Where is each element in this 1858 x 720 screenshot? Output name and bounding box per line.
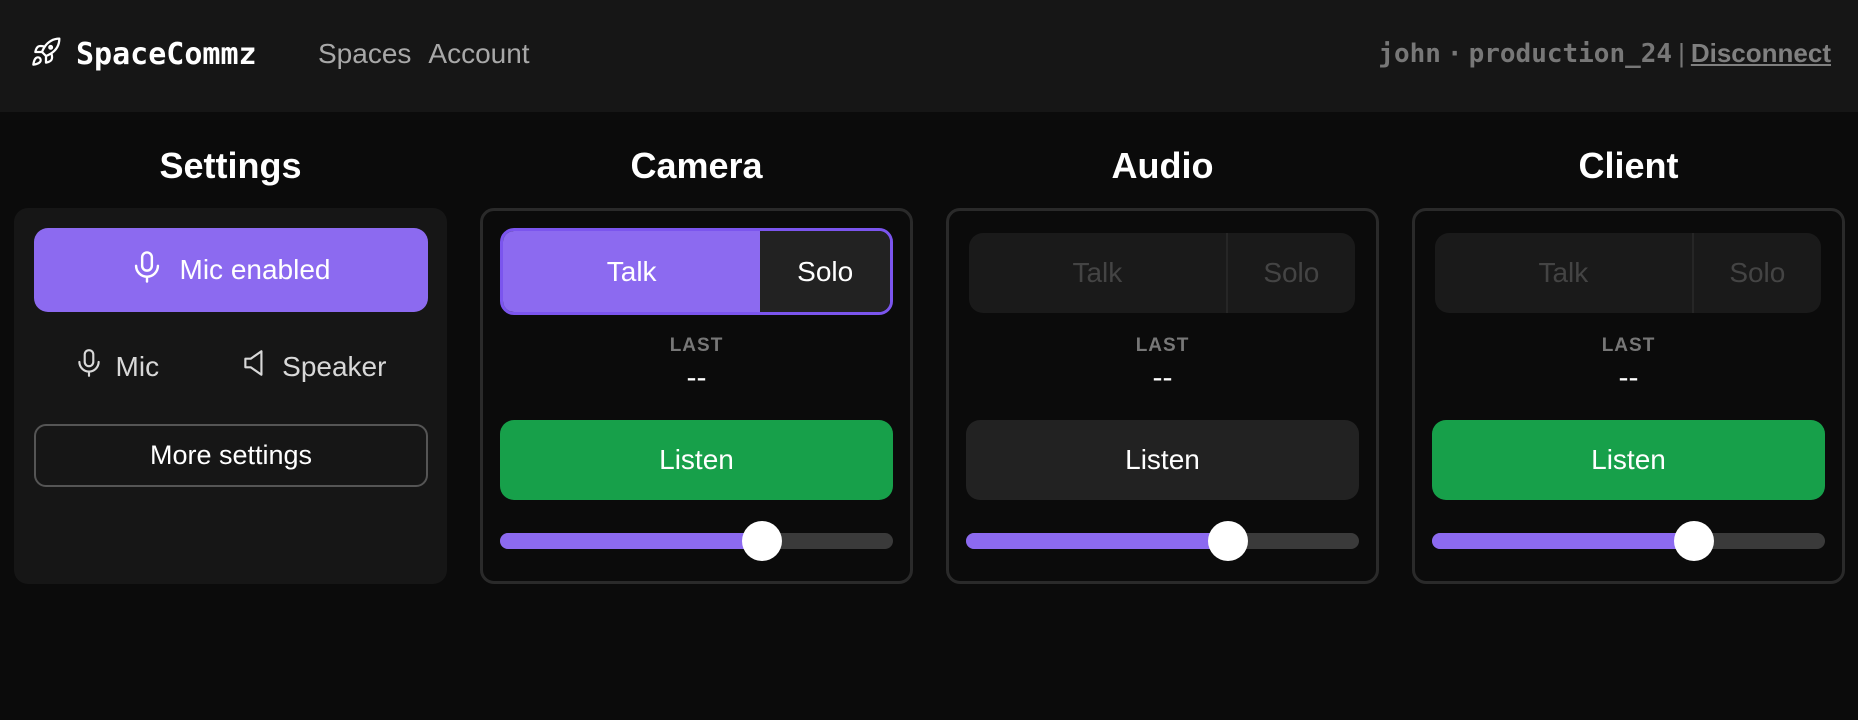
- talk-button[interactable]: Talk: [969, 233, 1228, 313]
- microphone-icon: [76, 348, 102, 385]
- volume-slider[interactable]: [500, 521, 893, 561]
- channel-column-audio: Audio Talk Solo LAST -- Listen: [946, 140, 1379, 584]
- mic-enabled-label: Mic enabled: [179, 254, 331, 285]
- rocket-icon: [30, 36, 62, 73]
- solo-button[interactable]: Solo: [760, 231, 890, 312]
- top-bar: SpaceCommz Spaces Account john · product…: [0, 0, 1858, 112]
- talk-solo-toggle: Talk Solo: [969, 233, 1355, 313]
- disconnect-link[interactable]: Disconnect: [1691, 38, 1831, 69]
- microphone-icon: [132, 250, 162, 291]
- main-nav: Spaces Account: [318, 38, 530, 70]
- speaker-label: Speaker: [282, 350, 387, 382]
- listen-button[interactable]: Listen: [1432, 420, 1825, 500]
- last-value: --: [1152, 361, 1173, 394]
- settings-column: Settings Mic enabled Mic Speaker More se…: [14, 140, 447, 584]
- more-settings-button[interactable]: More settings: [34, 424, 428, 487]
- volume-slider-knob[interactable]: [1674, 521, 1715, 561]
- channel-column-camera: Camera Talk Solo LAST -- Listen: [480, 140, 913, 584]
- nav-spaces[interactable]: Spaces: [318, 38, 411, 70]
- brand[interactable]: SpaceCommz: [30, 36, 257, 73]
- channel-title: Client: [1578, 145, 1679, 186]
- volume-slider-knob[interactable]: [742, 521, 783, 561]
- divider: |: [1678, 38, 1685, 68]
- solo-button[interactable]: Solo: [1694, 233, 1821, 313]
- talk-solo-toggle: Talk Solo: [1435, 233, 1821, 313]
- space-name: production_24: [1468, 38, 1673, 69]
- mic-enabled-button[interactable]: Mic enabled: [34, 228, 428, 312]
- last-label: LAST: [669, 335, 724, 356]
- channel-panel: Talk Solo LAST -- Listen: [480, 208, 913, 584]
- volume-slider-knob[interactable]: [1208, 521, 1249, 561]
- mic-label: Mic: [115, 350, 160, 382]
- last-label: LAST: [1135, 335, 1190, 356]
- listen-button[interactable]: Listen: [966, 420, 1359, 500]
- io-device-row: Mic Speaker: [34, 348, 428, 385]
- talk-button[interactable]: Talk: [1435, 233, 1694, 313]
- speaker-icon: [242, 348, 268, 385]
- listen-button[interactable]: Listen: [500, 420, 893, 500]
- volume-slider[interactable]: [1432, 521, 1825, 561]
- settings-panel: Mic enabled Mic Speaker More settings: [14, 208, 447, 584]
- session-info: john · production_24 | Disconnect: [1378, 38, 1831, 69]
- volume-slider-fill: [966, 533, 1229, 549]
- channel-panel: Talk Solo LAST -- Listen: [1412, 208, 1845, 584]
- mic-device-button[interactable]: Mic: [76, 348, 160, 385]
- channel-title: Camera: [630, 145, 763, 186]
- volume-slider-fill: [1432, 533, 1695, 549]
- talk-button[interactable]: Talk: [503, 231, 761, 312]
- brand-name: SpaceCommz: [76, 37, 257, 72]
- solo-button[interactable]: Solo: [1228, 233, 1355, 313]
- nav-account[interactable]: Account: [428, 38, 529, 70]
- channel-title: Audio: [1111, 145, 1214, 186]
- speaker-device-button[interactable]: Speaker: [242, 348, 386, 385]
- last-value: --: [686, 361, 707, 394]
- settings-title: Settings: [159, 145, 302, 186]
- last-value: --: [1618, 361, 1639, 394]
- last-label: LAST: [1601, 335, 1656, 356]
- volume-slider-fill: [500, 533, 763, 549]
- separator-dot: ·: [1446, 38, 1463, 69]
- channel-column-client: Client Talk Solo LAST -- Listen: [1412, 140, 1845, 584]
- username: john: [1378, 38, 1441, 69]
- talk-solo-toggle: Talk Solo: [500, 228, 893, 315]
- volume-slider[interactable]: [966, 521, 1359, 561]
- channel-panel: Talk Solo LAST -- Listen: [946, 208, 1379, 584]
